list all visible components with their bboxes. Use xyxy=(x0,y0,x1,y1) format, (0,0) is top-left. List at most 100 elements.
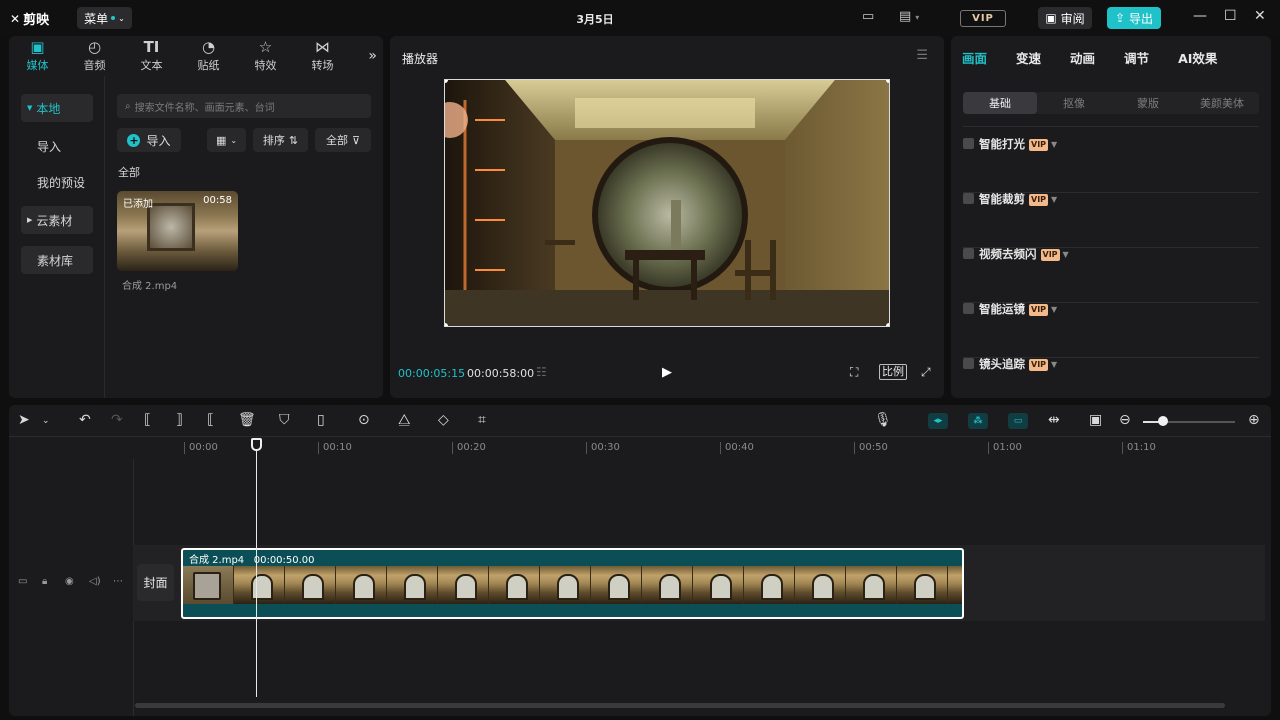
preview-axis-icon[interactable]: ▣ xyxy=(1089,412,1102,428)
playhead-line[interactable] xyxy=(256,441,257,697)
tab-media[interactable]: ▣ 媒体 xyxy=(9,36,66,76)
media-item-thumbnail[interactable]: 已添加 00:58 xyxy=(117,191,238,271)
caret-down-icon[interactable]: ▼ xyxy=(1051,140,1057,149)
option-deflicker: 视频去频闪 VIP ▼ xyxy=(963,247,1259,303)
option-label: 视频去频闪 xyxy=(979,247,1037,261)
video-preview[interactable] xyxy=(444,79,890,327)
tab-text[interactable]: TI 文本 xyxy=(123,36,180,76)
tab-sticker[interactable]: ◔ 贴纸 xyxy=(180,36,237,76)
freeze-frame-icon[interactable]: ▯ xyxy=(317,412,325,428)
checkbox[interactable] xyxy=(963,358,974,369)
vip-badge[interactable]: VIP xyxy=(960,10,1006,27)
chevron-down-icon: ⌄ xyxy=(230,135,238,145)
microphone-icon[interactable]: 🎙 xyxy=(874,412,892,428)
checkbox[interactable] xyxy=(963,303,974,314)
review-button[interactable]: ▣ 审阅 xyxy=(1038,7,1092,29)
resize-handle[interactable] xyxy=(886,323,889,326)
zoom-in-icon[interactable]: ⊕ xyxy=(1248,412,1260,428)
subtab-mask[interactable]: 蒙版 xyxy=(1111,92,1185,114)
resize-handle[interactable] xyxy=(445,323,448,326)
view-mode-button[interactable]: ▦ ⌄ xyxy=(207,128,246,152)
eye-icon[interactable]: ◉ xyxy=(65,576,74,587)
mirror-icon[interactable]: ⧋ xyxy=(398,412,411,428)
sidebar-label: 导入 xyxy=(37,139,62,154)
caret-down-icon[interactable]: ▼ xyxy=(1051,360,1057,369)
sidebar-item-import[interactable]: 导入 xyxy=(21,132,93,160)
redo-icon[interactable]: ↷ xyxy=(111,412,123,428)
sort-button[interactable]: 排序 ⇅ xyxy=(253,128,308,152)
link-clips-icon[interactable]: ▭ xyxy=(1008,413,1028,429)
menu-button[interactable]: 菜单 ⌄ xyxy=(77,7,132,29)
properties-panel: 画面 变速 动画 调节 AI效果 基础 抠像 蒙版 美颜美体 智能打光 VIP ▼ … xyxy=(951,36,1271,398)
play-icon[interactable]: ▶ xyxy=(662,365,672,380)
zoom-out-icon[interactable]: ⊖ xyxy=(1119,412,1131,428)
tab-picture[interactable]: 画面 xyxy=(951,48,987,67)
split-right-icon[interactable]: ⟦ xyxy=(207,412,214,428)
magnet-snap-icon[interactable]: ⁂ xyxy=(968,413,988,429)
filter-button[interactable]: 全部 ⊽ xyxy=(315,128,371,152)
video-clip[interactable]: 合成 2.mp4 00:00:50.00 xyxy=(181,548,964,619)
volume-icon[interactable]: ◁) xyxy=(89,576,101,587)
rotate-icon[interactable]: ◇ xyxy=(438,412,449,428)
tab-effects[interactable]: ☆ 特效 xyxy=(237,36,294,76)
tab-animation[interactable]: 动画 xyxy=(1059,48,1095,67)
review-label: 审阅 xyxy=(1060,11,1085,26)
import-button[interactable]: + 导入 xyxy=(117,128,181,152)
caret-down-icon[interactable]: ▼ xyxy=(1063,250,1069,259)
resize-handle[interactable] xyxy=(886,80,889,83)
lock-icon[interactable]: 🔒︎ xyxy=(42,576,47,587)
tab-transition[interactable]: ⋈ 转场 xyxy=(294,36,351,76)
subtab-basic[interactable]: 基础 xyxy=(963,92,1037,114)
search-input[interactable]: ⌕ 搜索文件名称、画面元素、台词 xyxy=(117,94,371,118)
marker-icon[interactable]: ⛉ xyxy=(279,412,290,428)
grid-icon: ▦ xyxy=(215,133,227,147)
shortcut-icon[interactable]: ▭ xyxy=(862,9,874,24)
fullscreen-icon[interactable]: ⤢ xyxy=(921,365,931,380)
sidebar-item-cloud[interactable]: ▶ 云素材 xyxy=(21,206,93,234)
more-icon[interactable]: ⋯ xyxy=(113,576,123,587)
crop-icon[interactable]: ⌗ xyxy=(478,412,486,428)
text-icon: TI xyxy=(143,38,160,56)
undo-icon[interactable]: ↶ xyxy=(79,412,91,428)
link-main-track-icon[interactable]: ◂▸ xyxy=(928,413,948,429)
layout-icon[interactable]: ▤ ▾ xyxy=(899,9,919,24)
waveform-icon[interactable]: ☷ xyxy=(536,365,547,379)
media-icon: ▣ xyxy=(30,38,45,56)
subtab-beauty[interactable]: 美颜美体 xyxy=(1185,92,1259,114)
playhead-handle[interactable] xyxy=(251,438,262,451)
sidebar-item-library[interactable]: 素材库 xyxy=(21,246,93,274)
caret-down-icon[interactable]: ▼ xyxy=(1051,305,1057,314)
split-preview-icon[interactable]: ⇹ xyxy=(1048,412,1060,428)
tab-adjust[interactable]: 调节 xyxy=(1113,48,1149,67)
delete-icon[interactable]: 🗑 xyxy=(238,412,256,428)
thumbnail-image xyxy=(147,203,195,251)
checkbox[interactable] xyxy=(963,138,974,149)
screenshot-icon[interactable]: ⛶ xyxy=(850,365,858,380)
export-button[interactable]: ⇪ 导出 xyxy=(1107,7,1161,29)
zoom-slider-handle[interactable] xyxy=(1158,416,1168,426)
sidebar-item-local[interactable]: ▼ 本地 xyxy=(21,94,93,122)
hamburger-icon[interactable]: ☰ xyxy=(916,48,928,63)
sidebar-item-presets[interactable]: 我的预设 xyxy=(21,168,93,196)
time-ruler[interactable]: 00:00 00:10 00:20 00:30 00:40 00:50 01:0… xyxy=(9,437,1271,459)
minimize-icon[interactable]: — xyxy=(1193,8,1207,24)
checkbox[interactable] xyxy=(963,193,974,204)
split-left-icon[interactable]: ⟧ xyxy=(176,412,183,428)
player-panel: 播放器 ☰ 00:00:05:15 00:00:58:00 ☷ ▶ ⛶ 比例 ⤢ xyxy=(390,36,944,398)
tab-ai-effects[interactable]: AI效果 xyxy=(1167,48,1217,67)
cover-button[interactable]: 封面 xyxy=(137,564,174,601)
tab-speed[interactable]: 变速 xyxy=(1005,48,1041,67)
caret-down-icon[interactable]: ▼ xyxy=(1051,195,1057,204)
tab-audio[interactable]: ◴ 音频 xyxy=(66,36,123,76)
ratio-button[interactable]: 比例 xyxy=(879,364,907,380)
maximize-icon[interactable]: ☐ xyxy=(1224,8,1237,24)
split-icon[interactable]: ⟦ xyxy=(144,412,151,428)
more-tabs-icon[interactable]: » xyxy=(368,48,377,64)
checkbox[interactable] xyxy=(963,248,974,259)
chevron-down-icon[interactable]: ⌄ xyxy=(42,416,50,426)
close-icon[interactable]: ✕ xyxy=(1254,8,1266,24)
subtab-cutout[interactable]: 抠像 xyxy=(1037,92,1111,114)
horizontal-scrollbar[interactable] xyxy=(135,703,1225,708)
select-tool-icon[interactable]: ➤ xyxy=(18,412,30,428)
reverse-icon[interactable]: ⊙ xyxy=(358,412,370,428)
